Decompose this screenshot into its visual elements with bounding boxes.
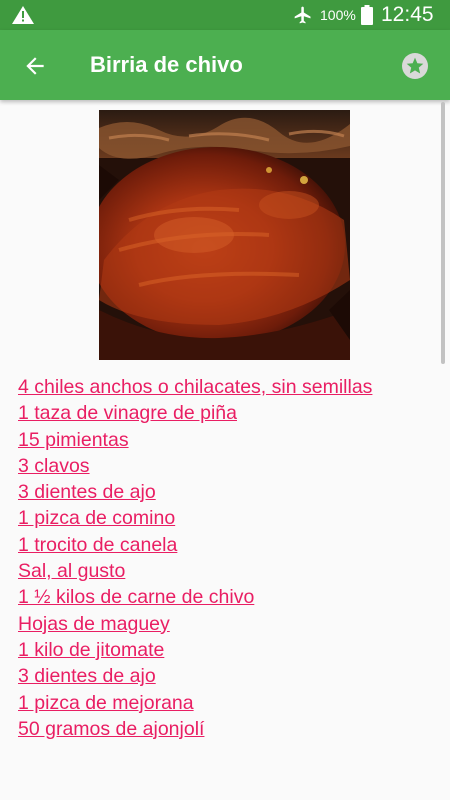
recipe-photo bbox=[99, 110, 350, 360]
warning-icon bbox=[12, 6, 34, 24]
ingredient-link[interactable]: 1 ½ kilos de carne de chivo bbox=[18, 584, 446, 610]
airplane-mode-icon bbox=[294, 6, 311, 24]
scrollbar[interactable] bbox=[441, 102, 445, 364]
ingredient-link[interactable]: 3 dientes de ajo bbox=[18, 663, 446, 689]
battery-icon bbox=[361, 5, 373, 25]
ingredient-link[interactable]: 1 taza de vinagre de piña bbox=[18, 400, 446, 426]
ingredient-link[interactable]: 1 pizca de mejorana bbox=[18, 690, 446, 716]
ingredient-list: 4 chiles anchos o chilacates, sin semill… bbox=[18, 374, 446, 742]
status-bar: 100% 12:45 bbox=[0, 0, 450, 30]
ingredient-link[interactable]: 1 pizca de comino bbox=[18, 505, 446, 531]
app-bar: Birria de chivo bbox=[0, 30, 450, 100]
back-arrow-icon[interactable] bbox=[22, 53, 48, 79]
ingredient-link[interactable]: 3 dientes de ajo bbox=[18, 479, 446, 505]
ingredient-link[interactable]: 15 pimientas bbox=[18, 427, 446, 453]
ingredient-link[interactable]: 1 trocito de canela bbox=[18, 532, 446, 558]
ingredient-link[interactable]: Hojas de maguey bbox=[18, 611, 446, 637]
ingredient-link[interactable]: Sal, al gusto bbox=[18, 558, 446, 584]
star-icon bbox=[406, 57, 424, 74]
ingredient-link[interactable]: 1 kilo de jitomate bbox=[18, 637, 446, 663]
ingredient-link[interactable]: 50 gramos de ajonjolí bbox=[18, 716, 446, 742]
ingredient-link[interactable]: 3 clavos bbox=[18, 453, 446, 479]
ingredient-link[interactable]: 4 chiles anchos o chilacates, sin semill… bbox=[18, 374, 446, 400]
battery-percentage: 100% bbox=[320, 7, 356, 23]
favorite-button[interactable] bbox=[402, 53, 428, 79]
page-title: Birria de chivo bbox=[90, 52, 243, 77]
clock: 12:45 bbox=[381, 3, 434, 26]
